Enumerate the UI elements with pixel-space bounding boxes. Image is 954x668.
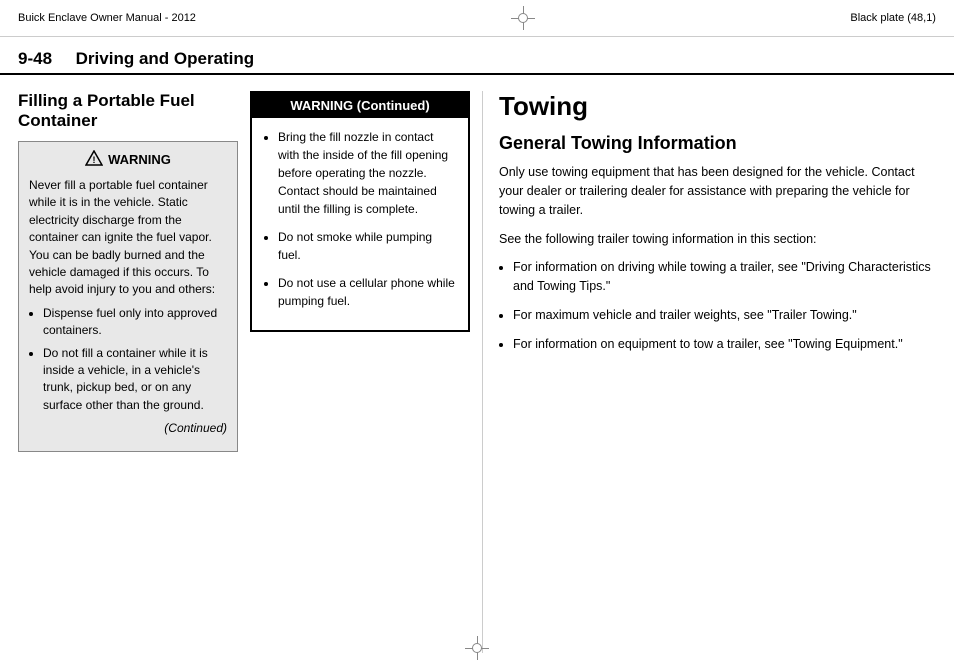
warning-body: Never fill a portable fuel container whi… xyxy=(29,177,227,299)
warning-cont-bullet-3: Do not use a cellular phone while pumpin… xyxy=(278,274,456,310)
right-column: Towing General Towing Information Only u… xyxy=(482,91,936,653)
general-towing-subheading: General Towing Information xyxy=(499,132,936,155)
warning-cont-bullet-1: Bring the fill nozzle in contact with th… xyxy=(278,128,456,218)
svg-text:!: ! xyxy=(93,155,96,165)
page-header: Buick Enclave Owner Manual - 2012 Black … xyxy=(0,0,954,37)
warning-box: ! WARNING Never fill a portable fuel con… xyxy=(18,141,238,452)
warning-cont-bullet-2: Do not smoke while pumping fuel. xyxy=(278,228,456,264)
warning-continued-box: WARNING (Continued) Bring the fill nozzl… xyxy=(250,91,470,332)
main-content: Filling a Portable Fuel Container ! WARN… xyxy=(0,75,954,653)
page-footer xyxy=(465,632,489,664)
left-column: Filling a Portable Fuel Container ! WARN… xyxy=(18,91,238,653)
left-heading: Filling a Portable Fuel Container xyxy=(18,91,238,131)
section-number: 9-48 xyxy=(18,49,52,68)
warning-continued-title: WARNING (Continued) xyxy=(252,93,468,118)
warning-continued-bullets: Bring the fill nozzle in contact with th… xyxy=(278,128,456,310)
warning-continued-body: Bring the fill nozzle in contact with th… xyxy=(252,118,468,330)
middle-column: WARNING (Continued) Bring the fill nozzl… xyxy=(250,91,470,653)
section-title: Driving and Operating xyxy=(76,49,255,68)
towing-bullet-2: For maximum vehicle and trailer weights,… xyxy=(513,306,936,325)
warning-title: ! WARNING xyxy=(29,150,227,169)
warning-bullet-2: Do not fill a container while it is insi… xyxy=(43,345,227,415)
registration-mark-top xyxy=(511,6,535,30)
warning-triangle-icon: ! xyxy=(85,150,103,169)
registration-mark-bottom xyxy=(465,636,489,660)
towing-bullet-1: For information on driving while towing … xyxy=(513,258,936,296)
towing-bullet-3: For information on equipment to tow a tr… xyxy=(513,335,936,354)
towing-see-following: See the following trailer towing informa… xyxy=(499,230,936,249)
continued-note: (Continued) xyxy=(29,420,227,437)
towing-bullets: For information on driving while towing … xyxy=(513,258,936,353)
towing-heading: Towing xyxy=(499,91,936,122)
header-center xyxy=(511,6,535,30)
towing-intro: Only use towing equipment that has been … xyxy=(499,163,936,219)
header-left: Buick Enclave Owner Manual - 2012 xyxy=(18,12,196,24)
section-heading: 9-48 Driving and Operating xyxy=(0,37,954,75)
warning-bullets: Dispense fuel only into approved contain… xyxy=(43,305,227,414)
header-right: Black plate (48,1) xyxy=(850,12,936,24)
warning-bullet-1: Dispense fuel only into approved contain… xyxy=(43,305,227,340)
